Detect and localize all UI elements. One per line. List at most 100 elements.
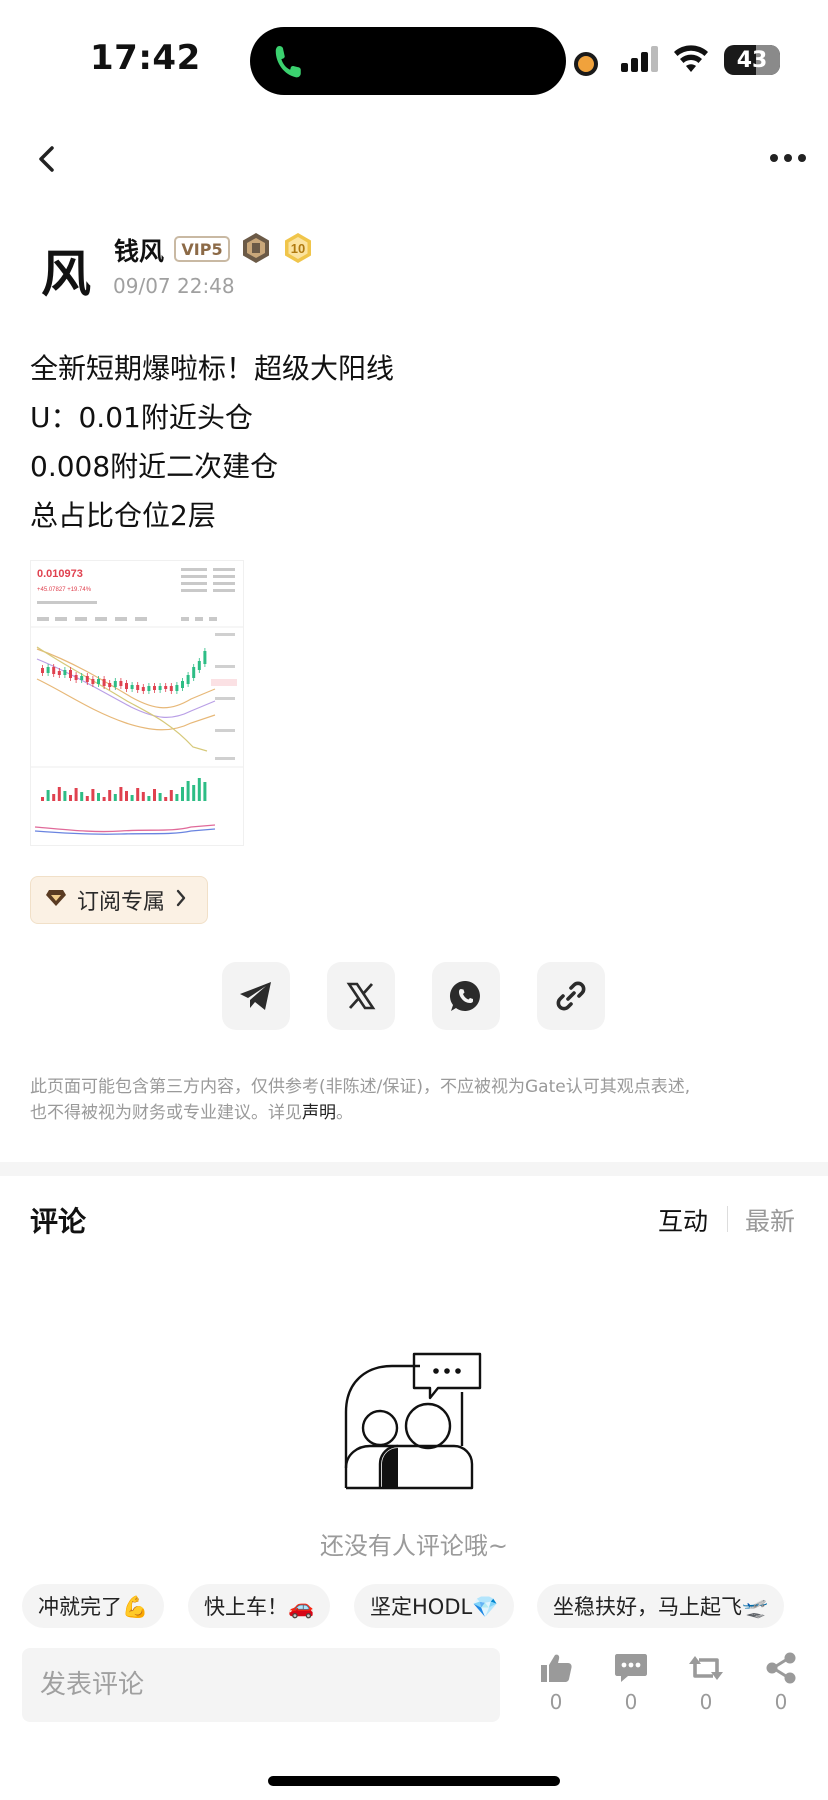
candle-body xyxy=(136,685,140,690)
candle-body xyxy=(69,670,72,678)
candle-body xyxy=(108,683,112,687)
candle-body xyxy=(186,675,190,684)
candle-body xyxy=(164,686,168,689)
volume-bar xyxy=(181,787,184,801)
volume-bar xyxy=(153,789,156,801)
disclaimer-line-1: 此页面可能包含第三方内容，仅供参考(非陈述/保证)，不应被视为Gate认可其观点… xyxy=(30,1077,691,1097)
candle-body xyxy=(175,685,179,691)
quick-reply-chip[interactable]: 坐稳扶好，马上起飞🛫 xyxy=(537,1584,785,1628)
volume-bar xyxy=(74,788,78,801)
comment-count: 0 xyxy=(624,1690,638,1714)
empty-comments-illustration xyxy=(342,1352,484,1504)
share-whatsapp-button[interactable] xyxy=(432,962,500,1030)
share-icon xyxy=(766,1652,796,1684)
sort-tab-latest[interactable]: 最新 xyxy=(745,1202,795,1238)
chart-change-text: +45.07827 +19.74% xyxy=(37,587,92,593)
back-button[interactable] xyxy=(32,140,62,180)
candle-body xyxy=(46,667,50,673)
status-time: 17:42 xyxy=(90,38,201,78)
link-icon xyxy=(556,981,586,1011)
like-action[interactable]: 0 xyxy=(526,1652,586,1714)
quick-reply-chip[interactable]: 坚定HODL💎 xyxy=(354,1584,515,1628)
volume-bar xyxy=(192,785,196,801)
author-avatar[interactable]: 风 xyxy=(30,234,102,306)
recording-indicator-icon xyxy=(574,52,598,76)
candle-body xyxy=(153,686,156,690)
comment-icon xyxy=(615,1654,647,1682)
candle-body xyxy=(57,671,61,675)
chevron-right-icon xyxy=(175,888,187,912)
sort-tab-interaction[interactable]: 互动 xyxy=(658,1202,708,1238)
comment-input[interactable] xyxy=(22,1648,500,1722)
x-icon xyxy=(346,982,376,1010)
cellular-signal-icon xyxy=(620,46,660,76)
post-line: 总占比仓位2层 xyxy=(30,499,216,532)
candle-body xyxy=(102,679,106,686)
comment-action[interactable]: 0 xyxy=(601,1652,661,1714)
volume-bar xyxy=(158,793,162,801)
candle-body xyxy=(197,661,201,670)
volume-bar xyxy=(197,778,201,801)
thumbs-up-icon xyxy=(541,1654,572,1682)
candle-body xyxy=(147,686,151,691)
candle-body xyxy=(141,687,145,691)
post-line: 全新短期爆啦标！超级大阳线 xyxy=(30,352,395,385)
quick-reply-chip[interactable]: 冲就完了💪 xyxy=(22,1584,165,1628)
disclaimer-suffix: 。 xyxy=(336,1103,353,1123)
volume-bar xyxy=(108,790,112,801)
repost-action[interactable]: 0 xyxy=(676,1652,736,1714)
subscribe-exclusive-button[interactable]: 订阅专属 xyxy=(30,876,208,924)
candle-body xyxy=(158,686,162,690)
phone-call-icon xyxy=(272,41,302,85)
whatsapp-icon xyxy=(449,980,480,1011)
volume-bar xyxy=(113,794,117,801)
dynamic-island[interactable] xyxy=(250,27,566,95)
candle-body xyxy=(192,667,196,678)
subscribe-label: 订阅专属 xyxy=(77,890,166,915)
candle-body xyxy=(119,681,123,686)
candle-body xyxy=(125,683,128,689)
comments-title: 评论 xyxy=(30,1205,87,1238)
volume-bar xyxy=(46,790,50,801)
post-line: U：0.01附近头仓 xyxy=(30,401,253,434)
home-indicator[interactable] xyxy=(268,1776,560,1786)
level-badge-text: 10 xyxy=(291,241,305,256)
disclaimer-line-2: 也不得被视为财务或专业建议。详见声明。 xyxy=(30,1100,800,1126)
quick-reply-chip[interactable]: 快上车！🚗 xyxy=(188,1584,331,1628)
copy-link-button[interactable] xyxy=(537,962,605,1030)
post-timestamp: 09/07 22:48 xyxy=(113,274,235,298)
share-telegram-button[interactable] xyxy=(222,962,290,1030)
chevron-left-icon xyxy=(39,146,54,172)
sort-separator xyxy=(727,1206,728,1232)
volume-bar xyxy=(175,794,179,801)
repost-count: 0 xyxy=(699,1690,713,1714)
share-x-button[interactable] xyxy=(327,962,395,1030)
volume-bar xyxy=(52,794,56,801)
volume-bar xyxy=(203,782,207,801)
like-count: 0 xyxy=(549,1690,563,1714)
post-image-chart[interactable]: 0.010973 +45.07827 +19.74% xyxy=(30,560,244,846)
telegram-icon xyxy=(240,982,271,1010)
share-action[interactable]: 0 xyxy=(751,1652,811,1714)
candle-body xyxy=(74,675,78,680)
candle-body xyxy=(85,676,89,682)
volume-bar xyxy=(169,790,173,801)
volume-bar xyxy=(136,788,140,801)
disclaimer-text: 此页面可能包含第三方内容，仅供参考(非陈述/保证)，不应被视为Gate认可其观点… xyxy=(30,1074,800,1126)
candle-body xyxy=(80,676,84,680)
candle-body xyxy=(203,651,207,664)
candle-body xyxy=(97,679,100,684)
section-divider xyxy=(0,1162,828,1176)
volume-bar xyxy=(63,791,67,801)
wifi-icon xyxy=(672,44,710,78)
more-options-button[interactable] xyxy=(768,148,808,168)
candle-body xyxy=(130,685,134,689)
volume-bar xyxy=(164,797,168,801)
candle-body xyxy=(63,670,67,675)
disclaimer-statement-link[interactable]: 声明 xyxy=(302,1103,336,1123)
volume-bar xyxy=(102,797,106,801)
author-name[interactable]: 钱风 xyxy=(114,232,164,268)
more-horizontal-icon xyxy=(770,154,806,162)
volume-bar xyxy=(41,797,44,801)
volume-bar xyxy=(80,792,84,801)
